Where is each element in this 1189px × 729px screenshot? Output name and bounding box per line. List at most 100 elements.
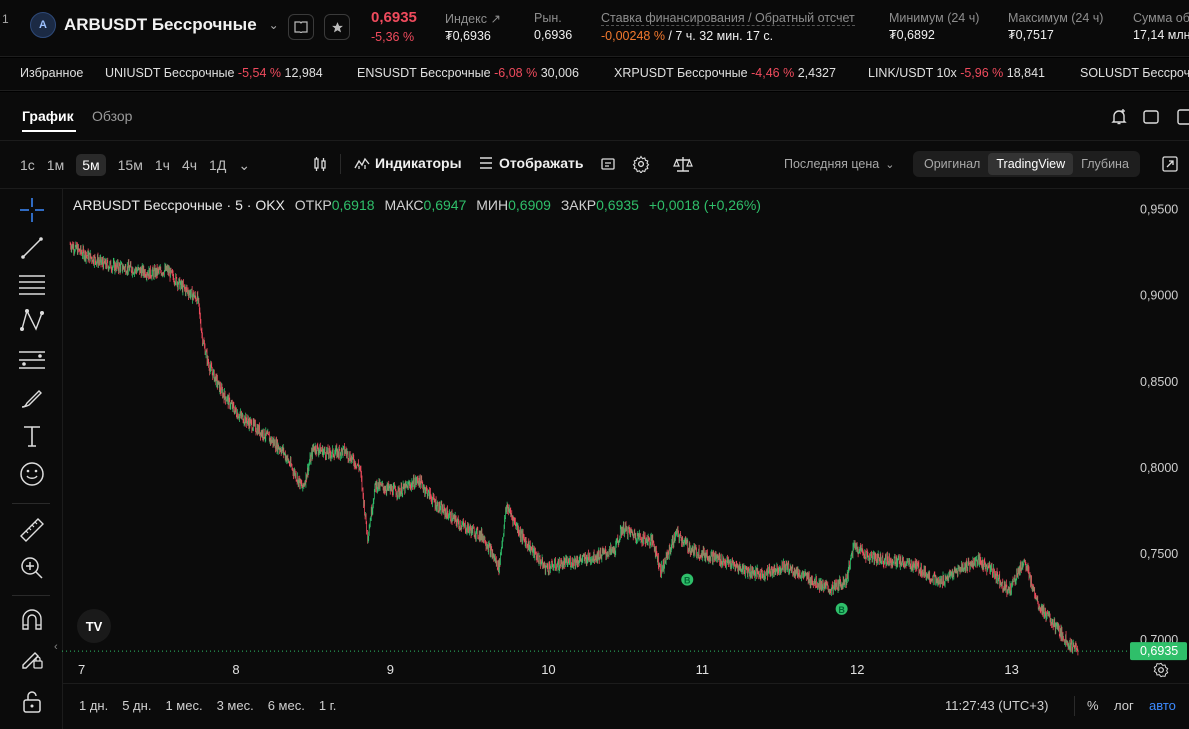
range-6m[interactable]: 6 мес. <box>268 698 305 713</box>
tradingview-logo-icon[interactable]: TV <box>77 609 111 643</box>
window-icon[interactable] <box>1143 110 1159 127</box>
chevron-down-icon[interactable]: ⌄ <box>238 157 250 174</box>
add-alert-icon[interactable] <box>1110 108 1128 129</box>
clock-time[interactable]: 11:27:43 (UTC+3) <box>945 698 1048 713</box>
indicators-icon <box>354 157 370 169</box>
stat-value: ₮0,6892 <box>889 28 935 42</box>
x-tick-label: 13 <box>1004 662 1019 677</box>
price-type-select[interactable]: Последняя цена ⌄ <box>784 157 894 171</box>
stat-value: 0,6936 <box>534 28 573 42</box>
settings-gear-icon[interactable] <box>632 155 650 176</box>
range-1m[interactable]: 1 мес. <box>165 698 202 713</box>
time-axis: 7 8 9 10 11 12 13 <box>62 652 1189 682</box>
range-1y[interactable]: 1 г. <box>319 698 337 713</box>
high24-stat: Максимум (24 ч) ₮0,7517 <box>1008 11 1103 42</box>
range-selector: 1 дн. 5 дн. 1 мес. 3 мес. 6 мес. 1 г. <box>79 698 336 713</box>
star-icon[interactable] <box>324 14 350 40</box>
funding-countdown: / 7 ч. 32 мин. 17 с. <box>668 29 774 43</box>
magnet-icon[interactable] <box>17 605 47 635</box>
interval-15m[interactable]: 15м <box>118 157 143 173</box>
tab-overview[interactable]: Обзор <box>92 108 132 124</box>
range-5d[interactable]: 5 дн. <box>122 698 151 713</box>
divider <box>12 595 50 596</box>
left-stub: 1 <box>2 12 9 26</box>
ticker-item[interactable]: SOLUSDT Бессрочн <box>1080 66 1189 80</box>
ticker-item[interactable]: ENSUSDT Бессрочные -6,08 % 30,006 <box>357 66 579 80</box>
divider <box>12 503 50 504</box>
tab-chart[interactable]: График <box>22 108 74 124</box>
axis-settings-gear-icon[interactable] <box>1153 662 1169 681</box>
interval-1d[interactable]: 1Д <box>209 157 226 173</box>
mark-stat: Рын. 0,6936 <box>534 11 572 42</box>
symbol-name: ARBUSDT Бессрочные <box>64 15 257 34</box>
x-tick-label: 8 <box>232 662 240 677</box>
stat-label: Рын. <box>534 11 562 25</box>
candles-icon[interactable] <box>312 156 328 175</box>
low24-stat: Минимум (24 ч) ₮0,6892 <box>889 11 979 42</box>
symbol-selector[interactable]: A ARBUSDT Бессрочные ⌄ <box>30 12 279 38</box>
emoji-icon[interactable] <box>17 459 47 489</box>
log-toggle[interactable]: лог <box>1114 698 1134 713</box>
lock-drawing-icon[interactable] <box>17 643 47 673</box>
interval-1s[interactable]: 1с <box>20 157 35 173</box>
collapse-arrow-icon[interactable]: ‹ <box>54 641 58 653</box>
favorites-label[interactable]: Избранное <box>20 66 83 80</box>
display-button[interactable]: Отображать <box>478 155 583 171</box>
price-chart[interactable]: 0,95000,90000,85000,80000,75000,70000,69… <box>62 189 1189 664</box>
range-3m[interactable]: 3 мес. <box>217 698 254 713</box>
compare-icon[interactable] <box>600 156 616 175</box>
change-percent: -5,36 % <box>371 30 415 44</box>
interval-4h[interactable]: 4ч <box>182 157 197 173</box>
index-stat: Индекс ↗ ₮0,6936 <box>445 11 501 43</box>
trend-line-icon[interactable] <box>17 233 47 263</box>
auto-toggle[interactable]: авто <box>1149 698 1176 713</box>
list-icon <box>480 157 492 169</box>
y-tick-label: 0,8000 <box>1140 461 1178 475</box>
funding-stat[interactable]: Ставка финансирования / Обратный отсчет … <box>601 11 855 43</box>
interval-1m[interactable]: 1м <box>47 157 64 173</box>
crosshair-icon[interactable] <box>17 195 47 225</box>
view-tradingview[interactable]: TradingView <box>988 153 1074 175</box>
price-type-label: Последняя цена <box>784 157 880 171</box>
favorites-ticker: Избранное UNIUSDT Бессрочные -5,54 % 12,… <box>0 58 1189 91</box>
range-1d[interactable]: 1 дн. <box>79 698 108 713</box>
more-icon[interactable] <box>1176 108 1189 126</box>
indicators-button[interactable]: Индикаторы <box>354 155 462 171</box>
active-tab-underline <box>22 130 76 132</box>
interval-5m[interactable]: 5м <box>76 154 106 176</box>
candles <box>69 241 1079 656</box>
ticker-item[interactable]: UNIUSDT Бессрочные -5,54 % 12,984 <box>105 66 323 80</box>
indicators-label: Индикаторы <box>375 155 462 171</box>
y-tick-label: 0,8500 <box>1140 375 1178 389</box>
scale-balance-icon[interactable] <box>673 155 693 176</box>
view-original[interactable]: Оригинал <box>916 153 988 175</box>
percent-toggle[interactable]: % <box>1087 698 1099 713</box>
text-icon[interactable] <box>17 421 47 451</box>
stat-value: 17,14 млн <box>1133 28 1189 42</box>
book-icon[interactable] <box>288 14 314 40</box>
divider <box>0 140 1189 141</box>
chevron-down-icon: ⌄ <box>885 158 895 171</box>
pattern-icon[interactable] <box>17 305 47 335</box>
ruler-icon[interactable] <box>17 515 47 545</box>
interval-1h[interactable]: 1ч <box>155 157 170 173</box>
brush-icon[interactable] <box>17 383 47 413</box>
x-tick-label: 11 <box>695 662 710 677</box>
stat-value: ₮0,6936 <box>445 29 491 43</box>
market-header: 1 A ARBUSDT Бессрочные ⌄ 0,6935 -5,36 % … <box>0 0 1189 57</box>
horizontal-lines-icon[interactable] <box>17 269 47 299</box>
expand-icon[interactable] <box>1162 156 1178 175</box>
zoom-in-icon[interactable] <box>17 553 47 583</box>
view-depth[interactable]: Глубина <box>1073 153 1137 175</box>
ticker-item[interactable]: LINK/USDT 10x -5,96 % 18,841 <box>868 66 1045 80</box>
drawing-toolbar: ‹ <box>0 189 63 729</box>
buy-marker-label: B <box>684 576 691 586</box>
x-tick-label: 10 <box>541 662 556 677</box>
fib-lines-icon[interactable] <box>17 345 47 375</box>
y-tick-label: 0,9000 <box>1140 289 1178 303</box>
stat-label: Ставка финансирования / Обратный отсчет <box>601 11 855 26</box>
ticker-item[interactable]: XRPUSDT Бессрочные -4,46 % 2,4327 <box>614 66 836 80</box>
volume-stat: Сумма об 17,14 млн <box>1133 11 1189 42</box>
y-tick-label: 0,7500 <box>1140 547 1178 561</box>
unlock-icon[interactable] <box>17 687 47 717</box>
